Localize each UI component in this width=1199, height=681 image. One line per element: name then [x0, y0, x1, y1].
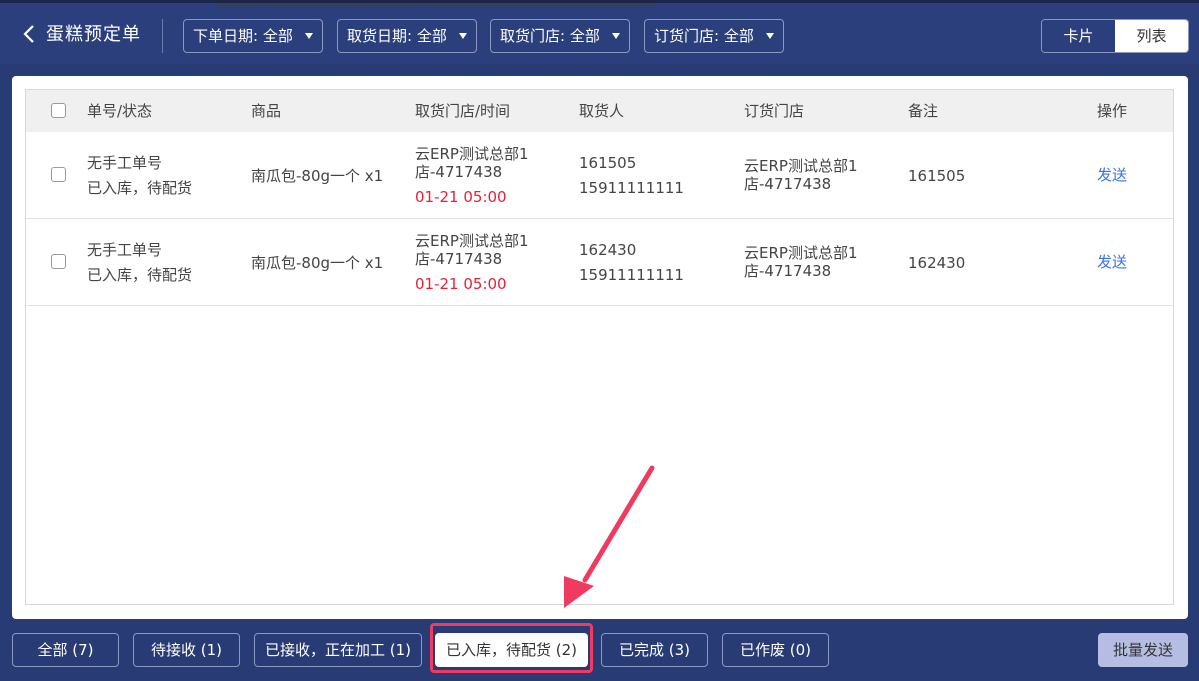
picker-phone: 15911111111: [579, 266, 684, 284]
select-all-checkbox[interactable]: [51, 103, 66, 118]
view-list-button[interactable]: 列表: [1115, 20, 1188, 52]
tab-all[interactable]: 全部 (7): [12, 633, 119, 667]
view-toggle: 卡片 列表: [1041, 19, 1189, 53]
annotation-highlight-box: [430, 623, 593, 673]
remark: 161505: [908, 167, 966, 185]
content-panel: 单号/状态 商品 取货门店/时间 取货人 订货门店 备注 操作 无手工单号 已入…: [12, 76, 1188, 619]
picker-name: 162430: [579, 241, 637, 259]
pickup-date-filter-label: 取货日期: 全部: [347, 27, 447, 45]
order-status: 已入库，待配货: [87, 179, 193, 197]
col-remark: 备注: [908, 102, 939, 120]
caret-down-icon: [305, 33, 313, 39]
batch-send-button[interactable]: 批量发送: [1098, 633, 1188, 667]
col-pickup-store-time: 取货门店/时间: [415, 102, 511, 120]
order-store-filter[interactable]: 订货门店: 全部: [644, 19, 784, 53]
row-checkbox[interactable]: [51, 254, 66, 269]
order-date-filter-label: 下单日期: 全部: [193, 27, 293, 45]
order-store-filter-label: 订货门店: 全部: [654, 27, 754, 45]
header-divider: [162, 19, 163, 53]
back-button[interactable]: [18, 22, 40, 46]
tab-processing[interactable]: 已接收，正在加工 (1): [254, 633, 422, 667]
chevron-left-icon: [23, 25, 34, 43]
tab-pending-receive[interactable]: 待接收 (1): [133, 633, 240, 667]
product-name: 南瓜包-80g一个 x1: [251, 167, 384, 185]
col-order-store: 订货门店: [744, 102, 805, 120]
order-store-line1: 云ERP测试总部1: [744, 244, 858, 262]
remark: 162430: [908, 254, 966, 272]
pickup-store-line1: 云ERP测试总部1: [415, 145, 529, 163]
picker-name: 161505: [579, 154, 637, 172]
window-notch: [215, 3, 655, 6]
picker-phone: 15911111111: [579, 179, 684, 197]
order-store-line1: 云ERP测试总部1: [744, 157, 858, 175]
top-bar: 蛋糕预定单 下单日期: 全部 取货日期: 全部 取货门店: 全部 订货门店: 全…: [0, 0, 1199, 64]
order-status: 已入库，待配货: [87, 266, 193, 284]
send-link[interactable]: 发送: [1097, 253, 1127, 271]
pickup-time: 01-21 05:00: [415, 275, 507, 293]
order-table: 单号/状态 商品 取货门店/时间 取货人 订货门店 备注 操作 无手工单号 已入…: [25, 89, 1174, 605]
tab-voided[interactable]: 已作废 (0): [722, 633, 829, 667]
pickup-store-line2: 店-4717438: [415, 163, 503, 181]
page-title: 蛋糕预定单: [46, 24, 141, 45]
pickup-store-line2: 店-4717438: [415, 250, 503, 268]
pickup-store-line1: 云ERP测试总部1: [415, 232, 529, 250]
product-name: 南瓜包-80g一个 x1: [251, 254, 384, 272]
order-number: 无手工单号: [87, 241, 163, 259]
caret-down-icon: [612, 33, 620, 39]
order-number: 无手工单号: [87, 154, 163, 172]
order-store-line2: 店-4717438: [744, 175, 832, 193]
caret-down-icon: [766, 33, 774, 39]
table-row: 无手工单号 已入库，待配货 南瓜包-80g一个 x1 云ERP测试总部1 店-4…: [26, 219, 1173, 306]
table-row: 无手工单号 已入库，待配货 南瓜包-80g一个 x1 云ERP测试总部1 店-4…: [26, 132, 1173, 219]
row-checkbox[interactable]: [51, 167, 66, 182]
col-picker: 取货人: [579, 102, 625, 120]
col-action: 操作: [1097, 102, 1128, 120]
col-product: 商品: [251, 102, 282, 120]
table-header: 单号/状态 商品 取货门店/时间 取货人 订货门店 备注 操作: [26, 90, 1173, 132]
order-date-filter[interactable]: 下单日期: 全部: [183, 19, 323, 53]
pickup-time: 01-21 05:00: [415, 188, 507, 206]
pickup-store-filter-label: 取货门店: 全部: [500, 27, 600, 45]
tab-completed[interactable]: 已完成 (3): [601, 633, 708, 667]
view-card-button[interactable]: 卡片: [1042, 20, 1115, 52]
pickup-store-filter[interactable]: 取货门店: 全部: [490, 19, 630, 53]
col-order-status: 单号/状态: [87, 102, 153, 120]
order-store-line2: 店-4717438: [744, 262, 832, 280]
status-tab-bar: 全部 (7) 待接收 (1) 已接收，正在加工 (1) 已入库，待配货 (2) …: [0, 619, 1199, 681]
caret-down-icon: [459, 33, 467, 39]
send-link[interactable]: 发送: [1097, 166, 1127, 184]
pickup-date-filter[interactable]: 取货日期: 全部: [337, 19, 477, 53]
